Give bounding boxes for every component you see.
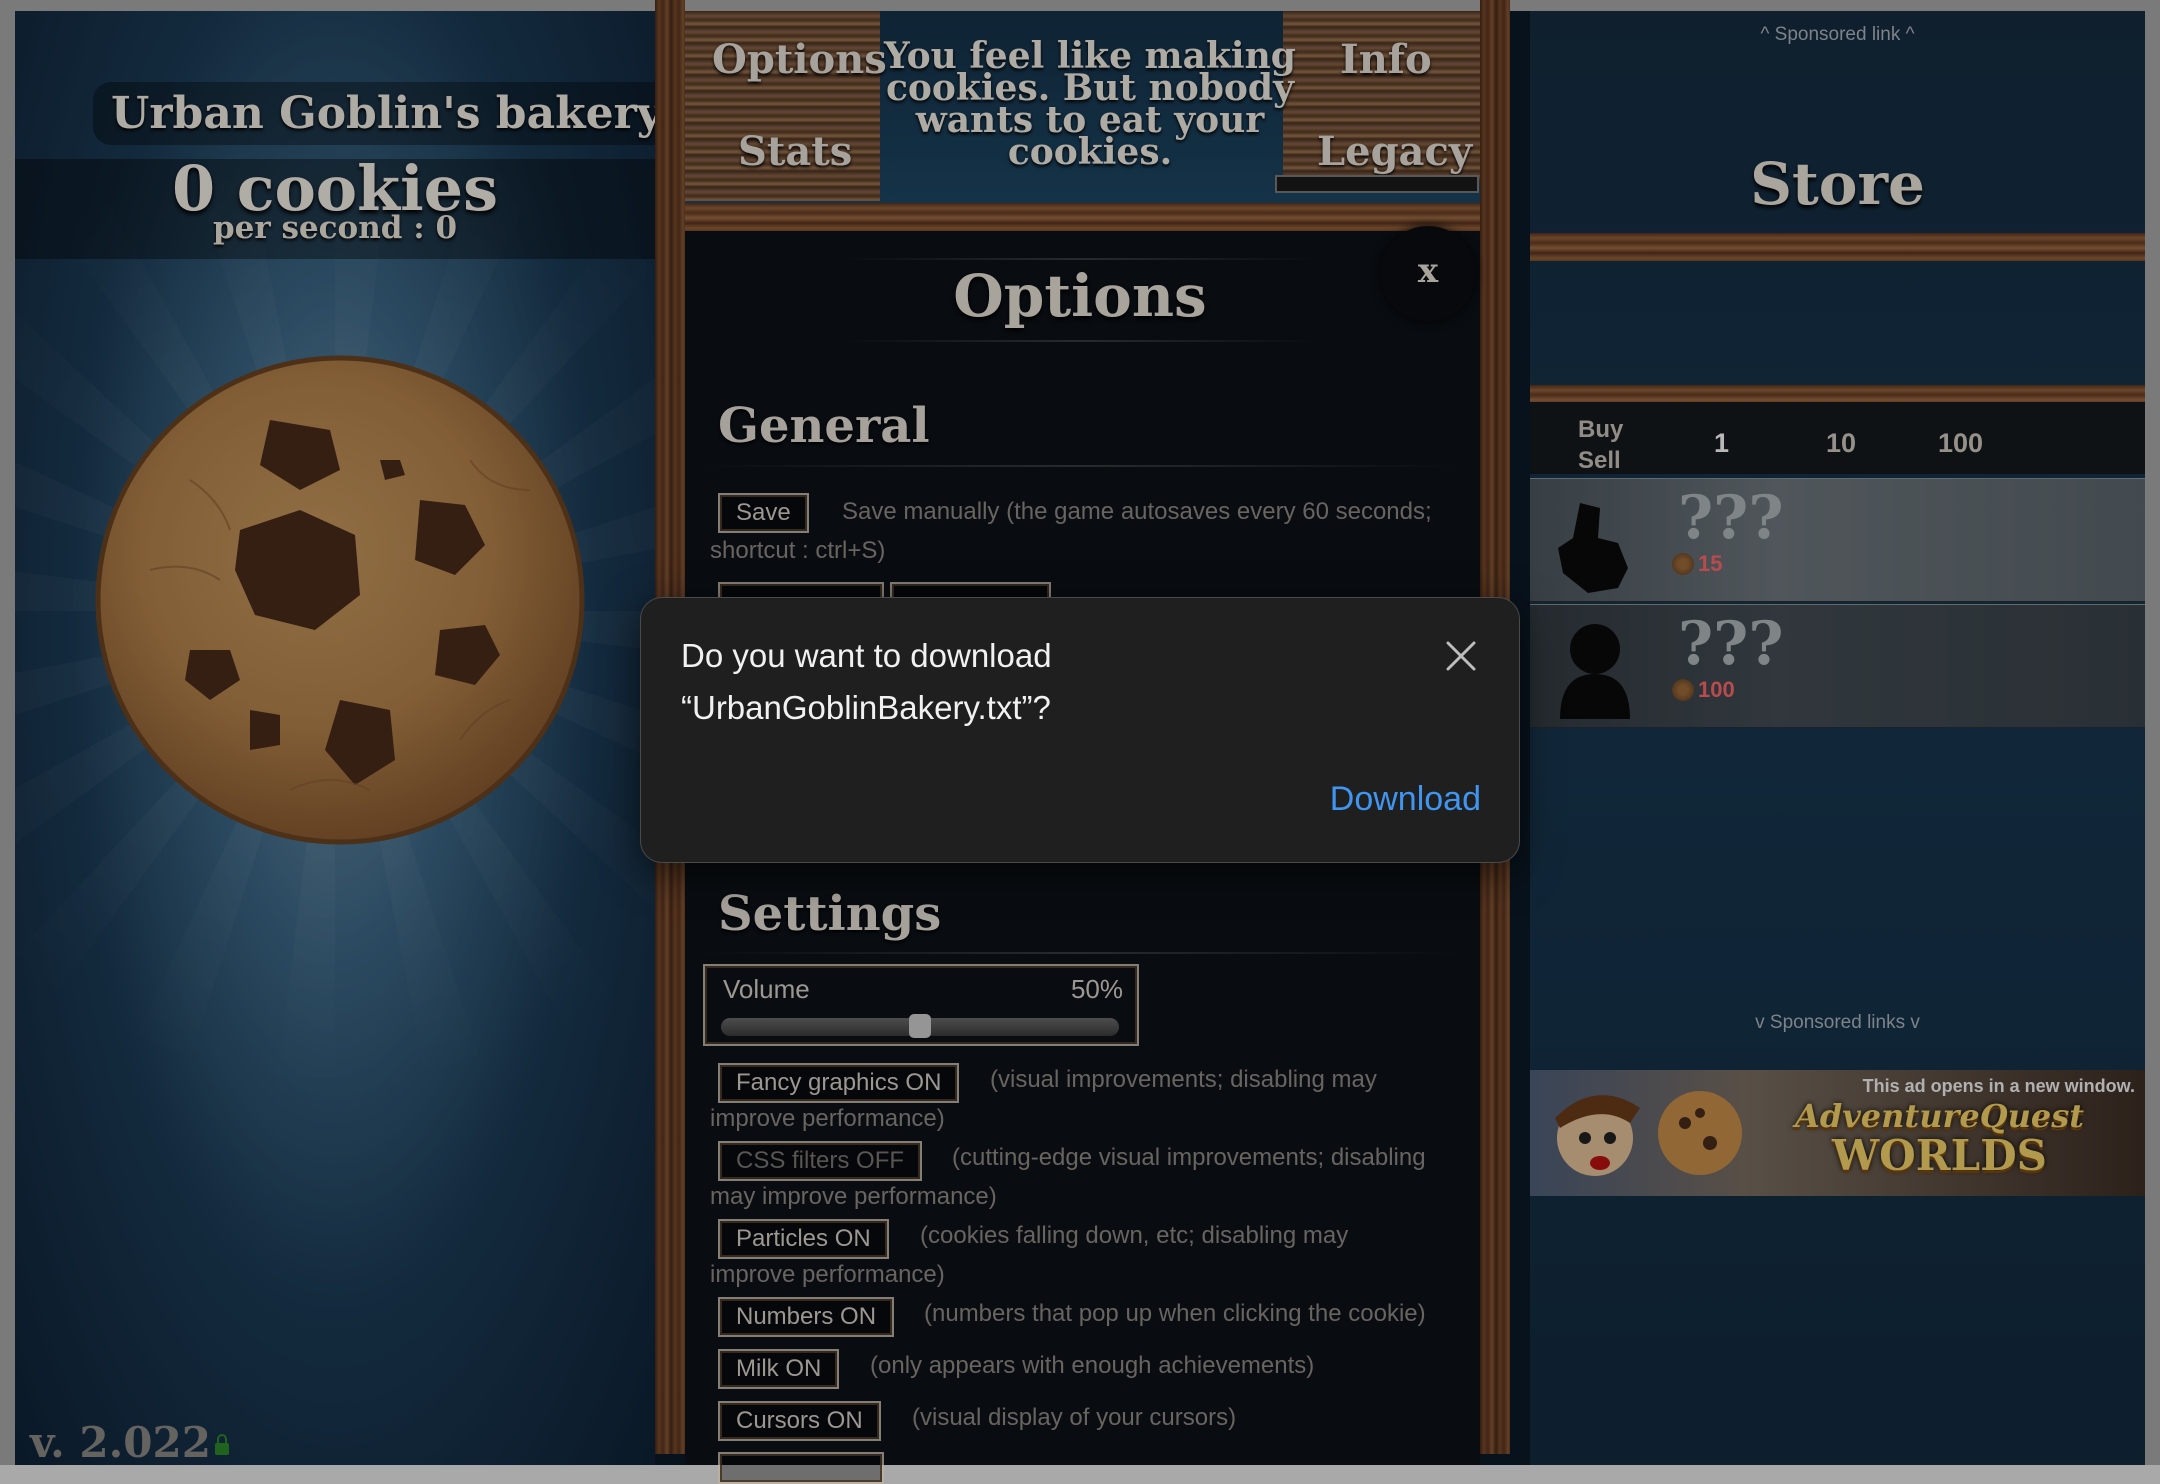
- download-question: Do you want to download “UrbanGoblinBake…: [681, 637, 1052, 726]
- download-dialog: Do you want to download “UrbanGoblinBake…: [640, 597, 1520, 863]
- download-button[interactable]: Download: [1321, 780, 1481, 819]
- close-x-icon[interactable]: [1443, 638, 1479, 674]
